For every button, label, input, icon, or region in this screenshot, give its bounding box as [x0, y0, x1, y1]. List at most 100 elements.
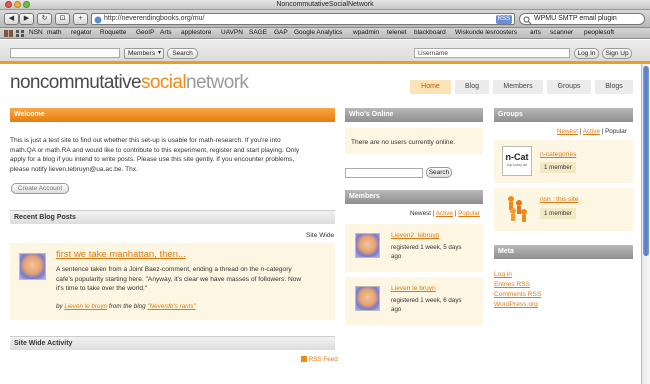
meta-login-link[interactable]: Log in — [494, 270, 541, 280]
page-scrollbar[interactable] — [641, 64, 650, 384]
members-filter-newest[interactable]: Newest — [410, 210, 431, 217]
post-title-link[interactable]: first we take manhattan, then... — [56, 249, 186, 260]
logo-part-1: noncommutative — [10, 72, 142, 93]
meta-comments-rss-link[interactable]: Comments RSS — [494, 290, 541, 300]
login-button[interactable]: Log In — [574, 48, 599, 59]
post-excerpt-line-2: cafe's popularity starting here. "Anyway… — [56, 275, 302, 283]
members-select-label: Members — [128, 50, 156, 57]
signup-button[interactable]: Sign Up — [602, 48, 632, 59]
group-name-link[interactable]: n-categories — [540, 150, 576, 160]
member-avatar[interactable] — [355, 233, 380, 258]
bookmark-regator[interactable]: regator — [71, 29, 92, 36]
group-thumb-subtext: cup today we — [506, 163, 528, 167]
google-search-icon — [523, 16, 532, 24]
meta-wordpress-link[interactable]: WordPress.org — [494, 300, 541, 310]
rss-badge[interactable]: RSS — [495, 15, 512, 24]
member-name-link[interactable]: Lieven2_lebruyn — [391, 231, 439, 241]
members-search-button[interactable]: Search — [426, 167, 452, 178]
groups-heading: Groups — [494, 108, 633, 122]
book-icon[interactable] — [4, 30, 13, 37]
bookmark-geoip[interactable]: GeoIP — [136, 29, 154, 36]
bookmark-applestore[interactable]: applestore — [181, 29, 211, 36]
bookmark-blackboard[interactable]: blackboard — [414, 29, 446, 36]
add-bookmark-button[interactable]: + — [73, 13, 88, 25]
nav-blogs[interactable]: Blogs — [595, 80, 633, 94]
groups-filter-newest[interactable]: Newest — [557, 128, 578, 135]
meta-heading: Meta — [494, 245, 633, 259]
members-filter-active[interactable]: Active — [436, 210, 453, 217]
browser-search-text: WPMU SMTP email plugin — [534, 15, 617, 22]
post-by-prefix: by — [56, 303, 63, 310]
nav-blog[interactable]: Blog — [455, 80, 489, 94]
post-author-avatar[interactable] — [19, 253, 46, 280]
member-name-link[interactable]: Lieven le bruyn — [391, 284, 436, 294]
member-item: Lieven2_lebruyn registered 1 week, 5 day… — [345, 224, 483, 272]
group-item: n-Cat cup today we n-categories 1 member — [494, 140, 633, 183]
member-registered-ago: ago — [391, 253, 402, 260]
whos-online-heading: Who's Online — [345, 108, 483, 122]
bookmark-wiskunde-lesroosters[interactable]: Wiskunde lesroosters — [455, 29, 517, 36]
bookmark-arts-2[interactable]: arts — [530, 29, 541, 36]
members-filter-popular[interactable]: Popular — [458, 210, 480, 217]
people-figures-icon — [508, 196, 527, 222]
bookmark-math[interactable]: math — [47, 29, 61, 36]
welcome-line-4: please notify lieven.lebruyn@ua.ac.be. T… — [10, 165, 138, 173]
bookmark-peoplesoft[interactable]: peoplesoft — [584, 29, 614, 36]
welcome-line-2: math.QA or math.RA and would like to con… — [10, 146, 300, 154]
forward-button[interactable]: ▶ — [19, 13, 34, 25]
groups-filter-popular[interactable]: Popular — [605, 128, 627, 135]
group-thumbnail[interactable] — [502, 193, 532, 223]
bookmark-nsn[interactable]: NSN — [29, 29, 43, 36]
members-select[interactable]: Members ▾ — [124, 48, 164, 59]
back-button[interactable]: ◀ — [4, 13, 19, 25]
meta-entries-rss-link[interactable]: Entries RSS — [494, 280, 541, 290]
url-text: http://neverendingbooks.org/mu/ — [104, 15, 205, 22]
post-byline: by Lieven le bruyn from the blog "Neverd… — [56, 302, 196, 312]
create-account-button[interactable]: Create Account — [11, 183, 69, 194]
scrollbar-thumb[interactable] — [643, 66, 649, 256]
bookmarks-bar: NSN math regator Roquette GeoIP Arts app… — [0, 28, 650, 39]
apps-grid-icon[interactable] — [16, 30, 24, 37]
bookmark-uavpn[interactable]: UAVPN — [221, 29, 243, 36]
bookmark-wpadmin[interactable]: wpadmin — [353, 29, 379, 36]
bookmark-google-analytics[interactable]: Google Analytics — [294, 29, 342, 36]
post-blog-link[interactable]: "Neverdb's rants" — [147, 303, 195, 310]
member-avatar[interactable] — [355, 286, 380, 311]
member-registered-line: registered 1 week, 5 days — [391, 244, 462, 251]
members-search-input[interactable] — [345, 168, 423, 178]
nav-home[interactable]: Home — [410, 80, 451, 94]
site-top-bar: Members ▾ Search Username Log In Sign Up — [0, 40, 650, 64]
nav-groups[interactable]: Groups — [547, 80, 591, 94]
meta-links: Log in Entries RSS Comments RSS WordPres… — [494, 270, 541, 310]
site-search-input[interactable] — [10, 48, 120, 58]
bookmark-gap[interactable]: GAP — [274, 29, 288, 36]
recent-posts-heading: Recent Blog Posts — [10, 210, 335, 224]
whos-online-message: There are no users currently online. — [351, 139, 456, 146]
post-excerpt-line-3: it's time to take over the world." — [56, 285, 148, 293]
post-excerpt-line-1: A sentence taken from a Joint Baez-comme… — [56, 266, 292, 273]
bookmark-telenet[interactable]: telenet — [387, 29, 407, 36]
snapshot-button[interactable]: ⊡ — [55, 13, 70, 25]
site-search-button[interactable]: Search — [167, 48, 198, 59]
bookmark-scanner[interactable]: scanner — [550, 29, 573, 36]
bookmark-sage[interactable]: SAGE — [249, 29, 267, 36]
post-author-link[interactable]: Lieven le bruyn — [64, 303, 107, 310]
username-field[interactable]: Username — [414, 48, 570, 58]
groups-filter-active[interactable]: Active — [583, 128, 600, 135]
member-registered-line: registered 1 week, 6 days — [391, 297, 462, 304]
group-thumbnail[interactable]: n-Cat cup today we — [502, 146, 532, 176]
bookmark-arts[interactable]: Arts — [160, 29, 172, 36]
members-heading: Members — [345, 190, 483, 204]
welcome-line-3: apply for a blog if you intend to write … — [10, 156, 295, 164]
post-card: first we take manhattan, then... A sente… — [10, 243, 335, 320]
reload-button[interactable]: ↻ — [37, 13, 52, 25]
post-from-blog: from the blog — [108, 303, 146, 310]
site-logo[interactable]: noncommutativesocialnetwork — [10, 72, 249, 94]
nav-members[interactable]: Members — [493, 80, 543, 94]
username-placeholder: Username — [418, 50, 448, 57]
url-bar[interactable]: http://neverendingbooks.org/mu/ RSS — [91, 13, 515, 25]
browser-search-field[interactable]: WPMU SMTP email plugin — [519, 13, 645, 25]
bookmark-roquette[interactable]: Roquette — [100, 29, 126, 36]
group-name-link[interactable]: nsn : this site — [540, 195, 578, 205]
activity-rss-link[interactable]: RSS Feed — [301, 356, 338, 363]
